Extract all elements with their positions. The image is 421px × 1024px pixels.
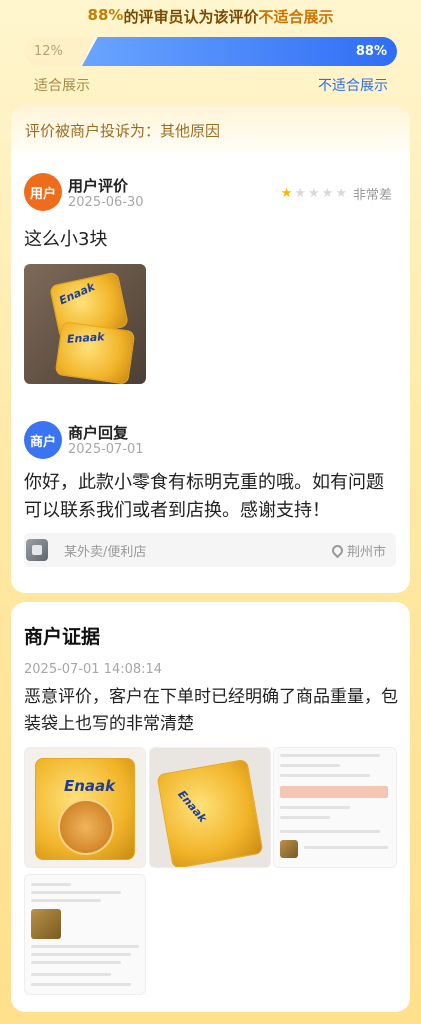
rating-text: 非常差 — [352, 188, 392, 203]
store-thumbnail — [26, 539, 48, 561]
store-info-row[interactable]: 某外卖/便利店 荆州市 — [24, 533, 396, 567]
merchant-reply-text: 你好，此款小零食有标明克重的哦。如有问题可以联系我们或者到店换。感谢支持！ — [24, 472, 384, 521]
verdict-middle-text: 的评审员认为该评价 — [123, 8, 259, 26]
snack-pack-image: Enaak — [35, 758, 135, 860]
evidence-image-2[interactable]: Enaak — [149, 747, 271, 868]
user-avatar: 用户 — [24, 173, 62, 211]
star-icon: ★ — [280, 186, 293, 201]
star-icon: ★ — [321, 186, 334, 201]
merchant-reply-title: 商户回复 — [68, 424, 129, 442]
store-city: 荆州市 — [346, 544, 386, 560]
vote-suitable-segment: 12% — [24, 37, 94, 66]
vote-labels: 适合展示 不适合展示 — [34, 75, 388, 95]
merchant-evidence-card: 商户证据 2025-07-01 14:08:14 恶意评价，客户在下单时已经明确… — [11, 602, 410, 1012]
merchant-avatar: 商户 — [24, 421, 62, 459]
evidence-title: 商户证据 — [24, 626, 101, 648]
complaint-header: 评价被商户投诉为：其他原因 — [11, 106, 410, 151]
vote-unsuitable-segment: 88% — [82, 37, 397, 66]
star-icon: ★ — [335, 186, 347, 201]
store-name: 某外卖/便利店 — [64, 544, 147, 560]
verdict-percent: 88% — [87, 6, 124, 24]
vote-unsuitable-label: 不适合展示 — [318, 78, 388, 94]
vote-suitable-label: 适合展示 — [34, 78, 90, 94]
star-rating: ★ ★ ★ ★ ★ 非常差 — [281, 184, 392, 203]
vote-unsuitable-percent: 88% — [355, 44, 387, 59]
review-verdict-headline: 88% 的评审员认为该评价 不适合展示 — [0, 6, 421, 27]
evidence-image-3-order-screenshot[interactable] — [273, 747, 397, 868]
merchant-reply-date: 2025-07-01 — [68, 442, 144, 457]
user-review-text: 这么小3块 — [24, 229, 108, 250]
vote-suitable-percent: 12% — [34, 44, 63, 59]
review-card: 评价被商户投诉为：其他原因 用户 用户评价 2025-06-30 ★ ★ ★ ★… — [11, 106, 410, 593]
vote-ratio-bar: 12% 88% — [24, 37, 397, 66]
evidence-image-1[interactable]: Enaak — [24, 747, 146, 868]
snack-pack-image: Enaak — [54, 321, 136, 384]
verdict-result: 不适合展示 — [258, 8, 334, 26]
evidence-timestamp: 2025-07-01 14:08:14 — [24, 662, 163, 677]
map-pin-icon — [329, 542, 346, 558]
user-review-date: 2025-06-30 — [68, 195, 144, 210]
review-photo[interactable]: Enaak Enaak — [24, 264, 146, 384]
snack-pack-image: Enaak — [156, 758, 264, 867]
evidence-image-4-review-screenshot[interactable] — [24, 874, 146, 995]
user-review-title: 用户评价 — [68, 177, 129, 195]
star-icon: ★ — [294, 186, 307, 201]
evidence-text: 恶意评价，客户在下单时已经明确了商品重量，包装袋上也写的非常清楚 — [24, 687, 398, 734]
biscuit-image — [58, 799, 114, 855]
star-icon: ★ — [308, 186, 320, 201]
store-location: 荆州市 — [329, 541, 386, 560]
